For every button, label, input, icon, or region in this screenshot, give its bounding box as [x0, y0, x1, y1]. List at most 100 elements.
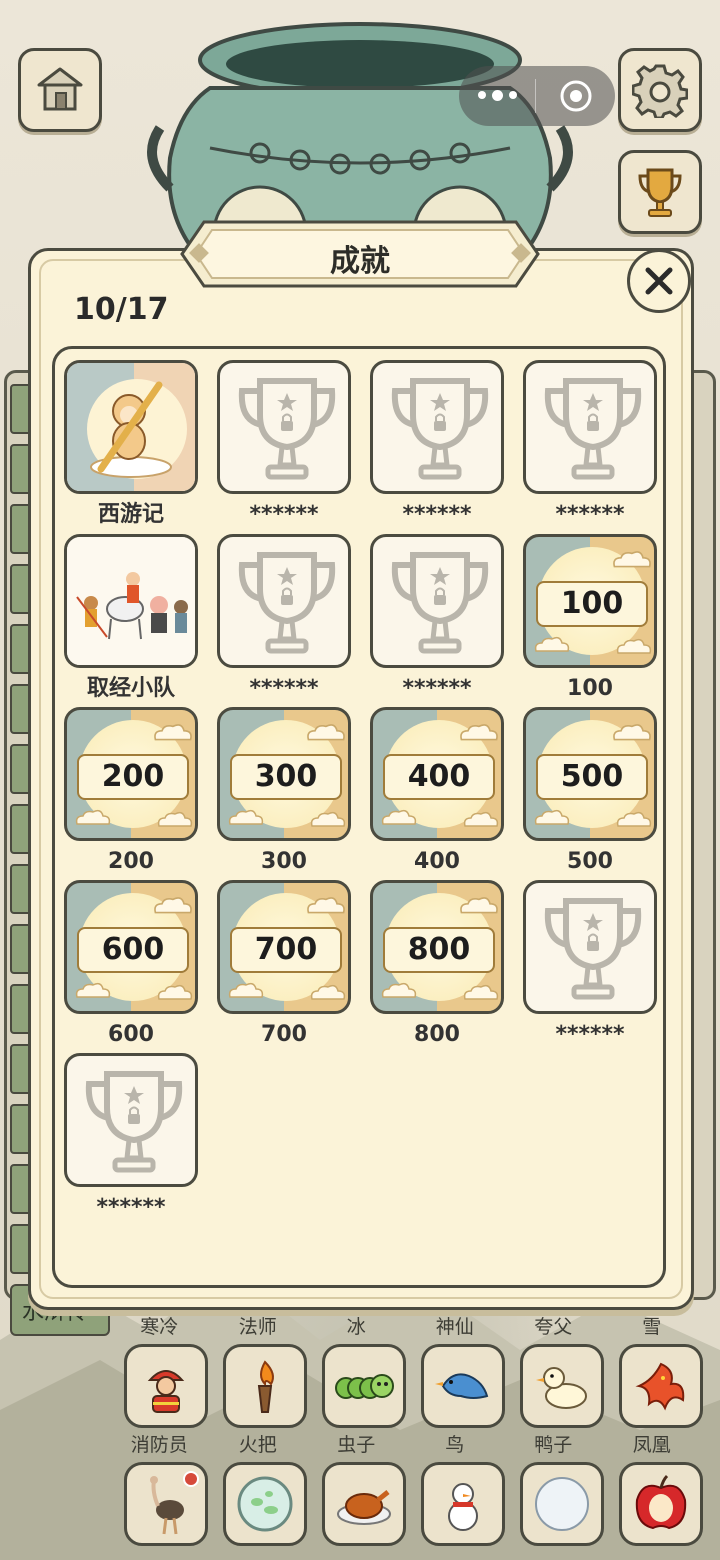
achievement-tile[interactable]: 600: [64, 880, 198, 1014]
element-label: 冰: [346, 1316, 366, 1338]
element-tile-snowball[interactable]: [520, 1462, 604, 1546]
achievement-tile[interactable]: [64, 360, 198, 494]
achievement-item[interactable]: 500 500: [523, 707, 657, 877]
element-tile-snowman[interactable]: [421, 1462, 505, 1546]
pilgrim-team-icon: [67, 537, 195, 665]
achievement-tile[interactable]: 500: [523, 707, 657, 841]
achievement-item[interactable]: 200 200: [64, 707, 198, 877]
achievement-tile[interactable]: 700: [217, 880, 351, 1014]
miniprogram-capsule: [459, 66, 615, 126]
coin-amount-badge: 300: [230, 754, 342, 800]
element-tile-apple[interactable]: [619, 1462, 703, 1546]
element-labels-row1: 寒冷 法师 冰 神仙 夸父 雪: [110, 1312, 720, 1339]
achievement-tile[interactable]: 400: [370, 707, 504, 841]
coin-amount-badge: 500: [536, 754, 648, 800]
element-label: 凤凰: [632, 1434, 671, 1456]
achievement-item[interactable]: 西游记: [64, 360, 198, 530]
more-dots-icon[interactable]: [459, 90, 535, 101]
coin-amount-badge: 100: [536, 581, 648, 627]
achievement-tile[interactable]: 800: [370, 880, 504, 1014]
achievement-label: ******: [402, 676, 472, 701]
achievement-item[interactable]: 取经小队: [64, 534, 198, 704]
element-label: 寒冷: [140, 1316, 179, 1338]
achievement-label: 500: [567, 849, 613, 874]
locked-trophy-icon: [238, 378, 336, 480]
achievement-item[interactable]: ******: [64, 1053, 198, 1223]
new-badge: [183, 1471, 199, 1487]
achievement-item[interactable]: ******: [217, 534, 351, 704]
locked-achievement-tile[interactable]: [64, 1053, 198, 1187]
element-label: 虫子: [337, 1434, 376, 1456]
locked-trophy-icon: [238, 552, 336, 654]
locked-trophy-icon: [391, 378, 489, 480]
locked-achievement-tile[interactable]: [217, 534, 351, 668]
element-tile-petri-dish[interactable]: [223, 1462, 307, 1546]
dialog-title: 成就: [330, 244, 390, 279]
element-tile-phoenix[interactable]: [619, 1344, 703, 1428]
close-button[interactable]: [627, 249, 691, 313]
achievement-label: ******: [249, 502, 319, 527]
snowball-icon: [535, 1477, 589, 1531]
element-label: 火把: [238, 1434, 277, 1456]
achievement-tile[interactable]: 200: [64, 707, 198, 841]
locked-achievement-tile[interactable]: [523, 360, 657, 494]
element-tile-roast-chicken[interactable]: [322, 1462, 406, 1546]
element-tile-duck[interactable]: [520, 1344, 604, 1428]
achievement-label: 800: [414, 1022, 460, 1047]
home-button[interactable]: [18, 48, 102, 132]
achievement-item[interactable]: ******: [523, 360, 657, 530]
locked-trophy-icon: [544, 898, 642, 1000]
locked-achievement-tile[interactable]: [370, 534, 504, 668]
locked-achievement-tile[interactable]: [370, 360, 504, 494]
roast-chicken-icon: [337, 1490, 391, 1525]
coin-amount-badge: 200: [77, 754, 189, 800]
locked-achievement-tile[interactable]: [217, 360, 351, 494]
achievement-label: 700: [261, 1022, 307, 1047]
achievement-label: 200: [108, 849, 154, 874]
duck-icon: [536, 1367, 587, 1409]
achievement-label: ******: [555, 502, 625, 527]
snowman-icon: [448, 1483, 478, 1531]
achievement-item[interactable]: 100 100: [523, 534, 657, 704]
coin-amount-badge: 800: [383, 927, 495, 973]
achievement-item[interactable]: ******: [523, 880, 657, 1050]
settings-button[interactable]: [618, 48, 702, 132]
achievement-item[interactable]: 600 600: [64, 880, 198, 1050]
element-tile-ostrich[interactable]: [124, 1462, 208, 1546]
element-tile-bug[interactable]: [322, 1344, 406, 1428]
bird-icon: [435, 1373, 489, 1399]
achievement-item[interactable]: ******: [370, 534, 504, 704]
achievement-label: ******: [96, 1195, 166, 1220]
achievement-label: ******: [555, 1022, 625, 1047]
achievement-item[interactable]: 400 400: [370, 707, 504, 877]
phoenix-icon: [635, 1362, 685, 1411]
achievement-item[interactable]: 300 300: [217, 707, 351, 877]
locked-trophy-icon: [85, 1071, 183, 1173]
element-tile-torch[interactable]: [223, 1344, 307, 1428]
close-icon: [645, 267, 673, 295]
achievement-label: 100: [567, 676, 613, 701]
target-icon[interactable]: [536, 78, 615, 114]
achievement-label: ******: [249, 676, 319, 701]
achievement-item[interactable]: ******: [217, 360, 351, 530]
element-tile-bird[interactable]: [421, 1344, 505, 1428]
achievement-label: ******: [402, 502, 472, 527]
dialog-title-plate: 成就: [178, 216, 542, 292]
locked-achievement-tile[interactable]: [523, 880, 657, 1014]
achievement-label: 600: [108, 1022, 154, 1047]
achievement-tile[interactable]: 100: [523, 534, 657, 668]
apple-icon: [635, 1474, 687, 1530]
achievement-item[interactable]: ******: [370, 360, 504, 530]
element-tile-firefighter[interactable]: [124, 1344, 208, 1428]
achievement-item[interactable]: 800 800: [370, 880, 504, 1050]
element-label: 神仙: [435, 1316, 474, 1338]
achievement-item[interactable]: 700 700: [217, 880, 351, 1050]
locked-trophy-icon: [391, 552, 489, 654]
trophy-button[interactable]: [618, 150, 702, 234]
firefighter-icon: [147, 1370, 185, 1413]
achievement-tile[interactable]: 300: [217, 707, 351, 841]
element-label: 雪: [642, 1316, 662, 1338]
element-label: 夸父: [534, 1316, 573, 1338]
achievement-tile[interactable]: [64, 534, 198, 668]
element-label: 鸟: [445, 1434, 465, 1456]
